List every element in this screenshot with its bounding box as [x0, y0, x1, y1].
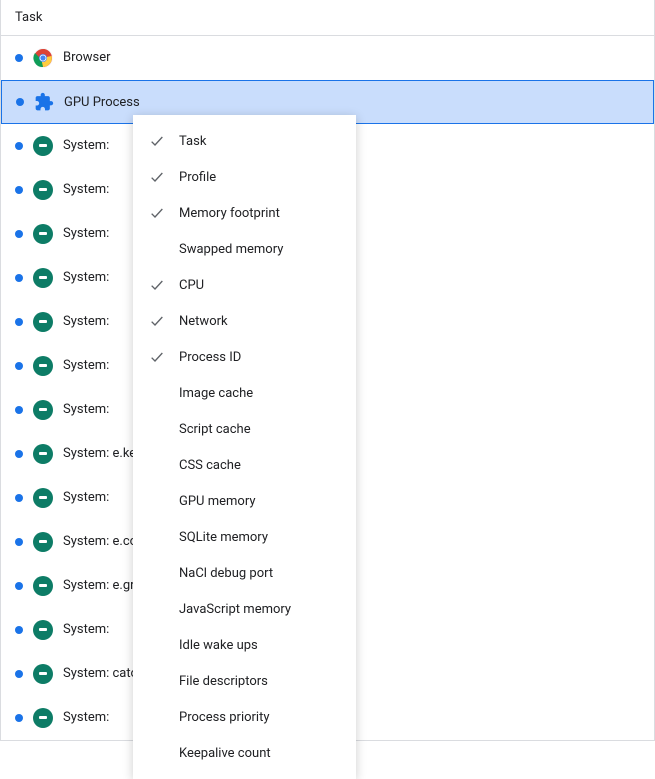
bullet-icon [15, 538, 23, 546]
bullet-icon [15, 54, 23, 62]
menu-item-label: SQLite memory [179, 530, 268, 545]
system-process-icon [33, 180, 53, 200]
bullet-icon [15, 186, 23, 194]
system-process-icon [33, 224, 53, 244]
bullet-icon [15, 318, 23, 326]
bullet-icon [15, 450, 23, 458]
check-icon [149, 241, 165, 257]
menu-item[interactable]: File descriptors [133, 663, 356, 699]
bullet-icon [15, 626, 23, 634]
menu-item[interactable]: JavaScript memory [133, 591, 356, 627]
system-process-icon [33, 400, 53, 420]
check-icon [149, 205, 165, 221]
menu-item-label: CPU [179, 278, 204, 293]
system-process-icon [33, 356, 53, 376]
extension-icon [34, 92, 54, 112]
bullet-icon [15, 714, 23, 722]
check-icon [149, 133, 165, 149]
system-process-icon [33, 268, 53, 288]
system-process-icon [33, 576, 53, 596]
system-process-icon [33, 664, 53, 684]
bullet-icon [15, 582, 23, 590]
bullet-icon [15, 670, 23, 678]
menu-item-label: Idle wake ups [179, 638, 258, 653]
table-row[interactable]: Browser [1, 36, 654, 80]
check-icon [149, 529, 165, 545]
check-icon [149, 709, 165, 725]
system-process-icon [33, 532, 53, 552]
menu-item[interactable]: Script cache [133, 411, 356, 447]
menu-item[interactable]: NaCl debug port [133, 555, 356, 591]
menu-item-label: Process priority [179, 710, 270, 725]
column-header-task-label: Task [15, 10, 42, 25]
menu-item-label: Memory footprint [179, 206, 280, 221]
menu-item-label: Process ID [179, 350, 241, 365]
system-process-icon [33, 708, 53, 728]
check-icon [149, 493, 165, 509]
menu-item[interactable]: Idle wake ups [133, 627, 356, 663]
menu-item[interactable]: Swapped memory [133, 231, 356, 267]
menu-item-label: Keepalive count [179, 746, 271, 761]
bullet-icon [16, 98, 24, 106]
bullet-icon [15, 142, 23, 150]
check-icon [149, 385, 165, 401]
menu-item[interactable]: Image cache [133, 375, 356, 411]
check-icon [149, 601, 165, 617]
check-icon [149, 349, 165, 365]
menu-item[interactable]: Process priority [133, 699, 356, 735]
menu-item-label: Task [179, 134, 206, 149]
bullet-icon [15, 406, 23, 414]
menu-item[interactable]: Process ID [133, 339, 356, 375]
system-process-icon [33, 444, 53, 464]
bullet-icon [15, 274, 23, 282]
menu-item[interactable]: Memory footprint [133, 195, 356, 231]
menu-item[interactable]: GPU memory [133, 483, 356, 519]
check-icon [149, 169, 165, 185]
menu-item-label: JavaScript memory [179, 602, 291, 617]
bullet-icon [15, 494, 23, 502]
menu-item[interactable]: CPU [133, 267, 356, 303]
menu-item-label: Profile [179, 170, 216, 185]
system-process-icon [33, 488, 53, 508]
system-process-icon [33, 620, 53, 640]
chrome-icon [33, 48, 53, 68]
check-icon [149, 313, 165, 329]
check-icon [149, 457, 165, 473]
bullet-icon [15, 362, 23, 370]
task-name: Browser [63, 50, 640, 65]
menu-item-label: NaCl debug port [179, 566, 273, 581]
column-context-menu: Task Profile Memory footprint Swapped memor… [133, 115, 356, 779]
check-icon [149, 565, 165, 581]
task-name: GPU Process [64, 95, 639, 110]
menu-item[interactable]: CSS cache [133, 447, 356, 483]
menu-item[interactable]: Network [133, 303, 356, 339]
system-process-icon [33, 136, 53, 156]
menu-item-label: Network [179, 314, 228, 329]
menu-item-label: Script cache [179, 422, 251, 437]
menu-item[interactable]: SQLite memory [133, 519, 356, 555]
check-icon [149, 673, 165, 689]
check-icon [149, 421, 165, 437]
menu-item-label: Swapped memory [179, 242, 283, 257]
check-icon [149, 277, 165, 293]
menu-item-label: File descriptors [179, 674, 268, 689]
bullet-icon [15, 230, 23, 238]
system-process-icon [33, 312, 53, 332]
check-icon [149, 745, 165, 761]
check-icon [149, 637, 165, 653]
menu-item[interactable]: Profile [133, 159, 356, 195]
menu-item[interactable]: Keepalive count [133, 735, 356, 771]
menu-item[interactable]: Task [133, 123, 356, 159]
column-header-task[interactable]: Task [1, 0, 654, 36]
menu-item-label: CSS cache [179, 458, 241, 473]
menu-item-label: GPU memory [179, 494, 256, 509]
menu-item-label: Image cache [179, 386, 253, 401]
